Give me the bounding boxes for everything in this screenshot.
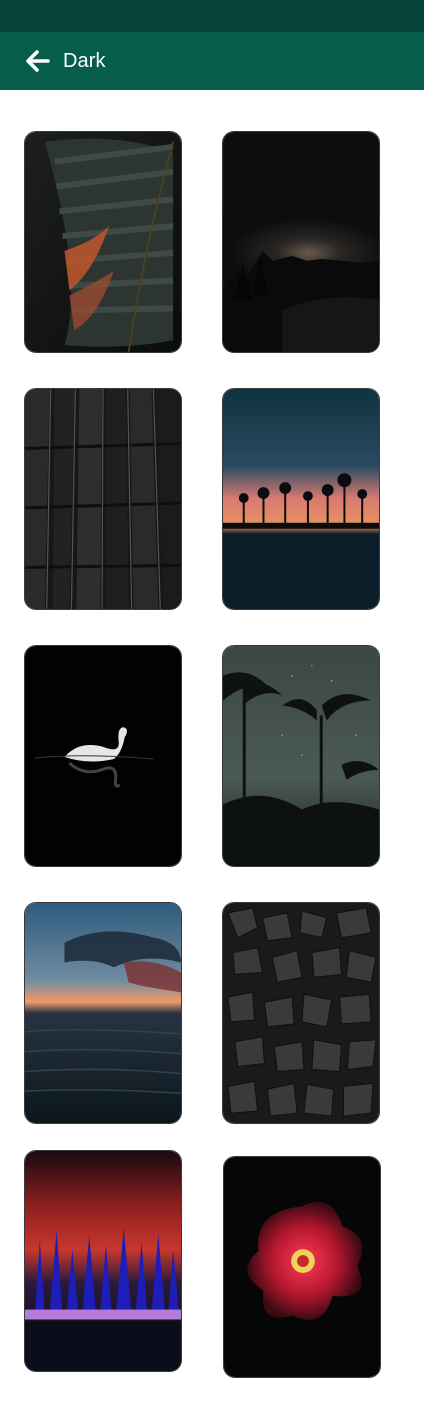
wallpaper-tile-swan[interactable] bbox=[24, 645, 182, 867]
night-mountains-image bbox=[223, 132, 379, 352]
dark-leaf-image bbox=[25, 132, 181, 352]
dark-rocks-image bbox=[223, 903, 379, 1123]
status-bar bbox=[0, 0, 424, 32]
wallpaper-tile-dark-rocks[interactable] bbox=[222, 902, 380, 1124]
swan-image bbox=[25, 646, 181, 866]
wallpaper-tile-dark-leaf[interactable] bbox=[24, 131, 182, 353]
palm-sunset-image bbox=[223, 389, 379, 609]
back-button[interactable] bbox=[23, 47, 51, 75]
wallpaper-tile-palm-sunset[interactable] bbox=[222, 388, 380, 610]
wallpaper-tile-ocean-sunset[interactable] bbox=[24, 902, 182, 1124]
red-flower-image bbox=[224, 1157, 380, 1377]
app-bar: Dark bbox=[0, 32, 424, 90]
arrow-left-icon bbox=[26, 50, 50, 72]
dark-building-image bbox=[25, 389, 181, 609]
ocean-sunset-image bbox=[25, 903, 181, 1123]
wallpaper-tile-dark-building[interactable] bbox=[24, 388, 182, 610]
neon-forest-image bbox=[25, 1151, 181, 1371]
wallpaper-tile-night-mountains[interactable] bbox=[222, 131, 380, 353]
page-title: Dark bbox=[63, 49, 106, 72]
wallpaper-tile-red-flower[interactable] bbox=[223, 1156, 381, 1378]
wallpaper-tile-neon-forest[interactable] bbox=[24, 1150, 182, 1372]
palm-stars-image bbox=[223, 646, 379, 866]
wallpaper-tile-palm-stars[interactable] bbox=[222, 645, 380, 867]
